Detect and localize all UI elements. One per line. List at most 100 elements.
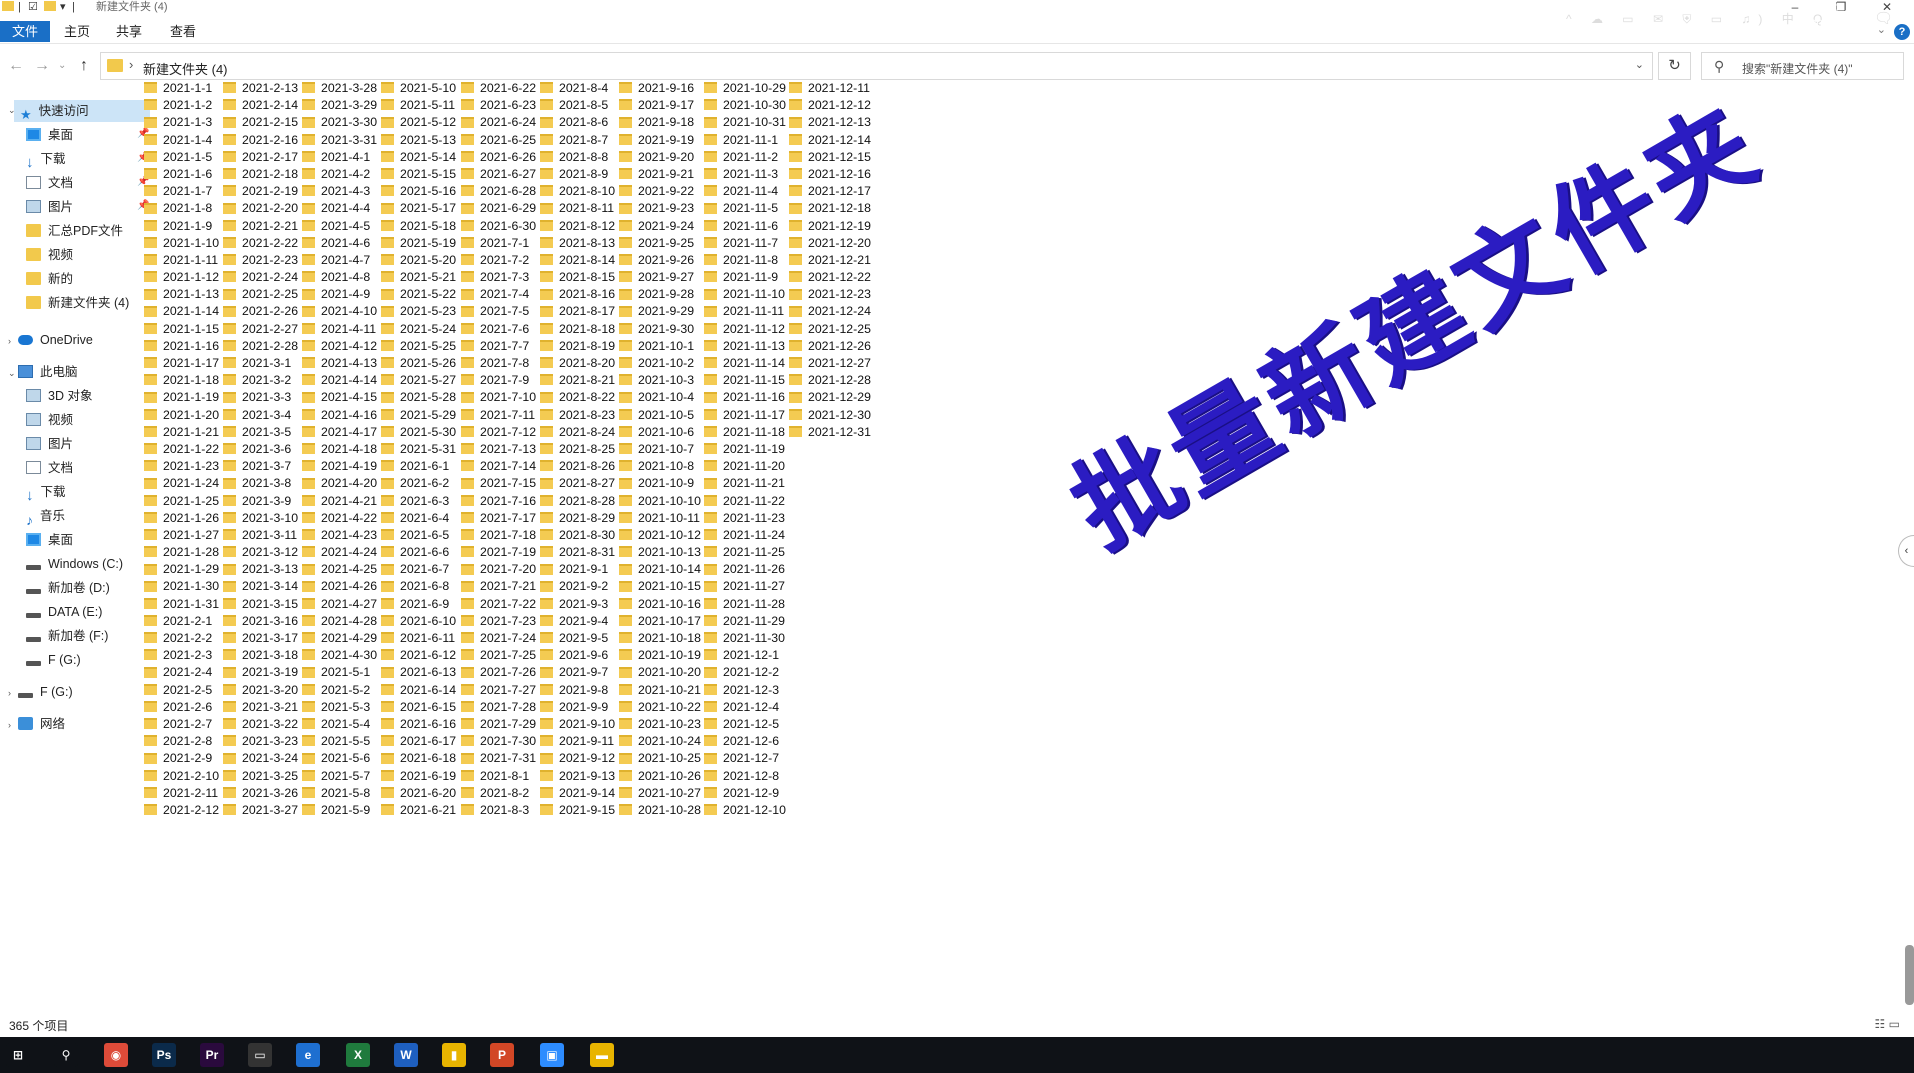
folder-item[interactable]: 2021-12-16 xyxy=(789,166,885,183)
premiere-icon[interactable]: Pr xyxy=(200,1043,224,1067)
scrollbar[interactable] xyxy=(1905,945,1914,1005)
folder-item[interactable]: 2021-10-19 xyxy=(619,647,715,664)
search-icon[interactable]: ⚲ xyxy=(54,1043,78,1067)
nav-item-new-folder-4[interactable]: 新建文件夹 (4) xyxy=(26,292,129,314)
folder-item[interactable]: 2021-9-19 xyxy=(619,132,715,149)
folder-item[interactable]: 2021-11-21 xyxy=(704,475,800,492)
folder-item[interactable]: 2021-11-24 xyxy=(704,527,800,544)
folder-item[interactable]: 2021-10-11 xyxy=(619,510,715,527)
folder-item[interactable]: 2021-12-23 xyxy=(789,286,885,303)
nav-item-music[interactable]: ♪ 音乐 xyxy=(26,505,65,528)
nav-quick-access[interactable]: ★ 快速访问 xyxy=(14,100,150,122)
folder-item[interactable]: 2021-12-31 xyxy=(789,424,885,441)
folder-item[interactable]: 2021-11-26 xyxy=(704,561,800,578)
folder-item[interactable]: 2021-12-22 xyxy=(789,269,885,286)
folder-item[interactable]: 2021-12-1 xyxy=(704,647,800,664)
folder-item[interactable]: 2021-12-2 xyxy=(704,664,800,681)
folder-item[interactable]: 2021-11-14 xyxy=(704,355,800,372)
folder-item[interactable]: 2021-10-2 xyxy=(619,355,715,372)
folder-item[interactable]: 2021-9-16 xyxy=(619,80,715,97)
folder-item[interactable]: 2021-10-21 xyxy=(619,682,715,699)
folder-item[interactable]: 2021-10-7 xyxy=(619,441,715,458)
folder-item[interactable]: 2021-10-1 xyxy=(619,338,715,355)
folder-item[interactable]: 2021-10-20 xyxy=(619,664,715,681)
folder-item[interactable]: 2021-9-20 xyxy=(619,149,715,166)
folder-item[interactable]: 2021-11-23 xyxy=(704,510,800,527)
folder-item[interactable]: 2021-9-23 xyxy=(619,200,715,217)
folder-item[interactable]: 2021-12-10 xyxy=(704,802,800,819)
folder-item[interactable]: 2021-9-30 xyxy=(619,321,715,338)
folder-item[interactable]: 2021-12-25 xyxy=(789,321,885,338)
folder-item[interactable]: 2021-10-22 xyxy=(619,699,715,716)
folder-item[interactable]: 2021-12-24 xyxy=(789,303,885,320)
notification-icon[interactable]: 🗨 xyxy=(1874,9,1893,27)
nav-item-drive-e[interactable]: DATA (E:) xyxy=(26,601,102,623)
folder-item[interactable]: 2021-10-29 xyxy=(704,80,800,97)
folder-item[interactable]: 2021-10-3 xyxy=(619,372,715,389)
folder-item[interactable]: 2021-12-28 xyxy=(789,372,885,389)
folder-item[interactable]: 2021-10-16 xyxy=(619,596,715,613)
search-box[interactable]: ⚲ 搜索"新建文件夹 (4)" xyxy=(1701,52,1904,80)
nav-item-desktop-pc[interactable]: 桌面 xyxy=(26,529,73,551)
folder-item[interactable]: 2021-12-19 xyxy=(789,218,885,235)
nav-item-pdf-folder[interactable]: 汇总PDF文件 xyxy=(26,220,123,242)
large-icons-view-icon[interactable]: ▭ xyxy=(1889,1017,1900,1031)
nav-item-3d-objects[interactable]: 3D 对象 xyxy=(26,385,92,407)
folder-item[interactable]: 2021-10-9 xyxy=(619,475,715,492)
folder-item[interactable]: 2021-9-18 xyxy=(619,114,715,131)
nav-item-documents-pc[interactable]: 文档 xyxy=(26,457,73,479)
nav-item-videos[interactable]: 视频 xyxy=(26,409,73,431)
folder-item[interactable]: 2021-10-18 xyxy=(619,630,715,647)
folder-item[interactable]: 2021-12-30 xyxy=(789,407,885,424)
folder-item[interactable]: 2021-9-22 xyxy=(619,183,715,200)
chevron-right-icon[interactable]: › xyxy=(8,720,11,730)
folder-item[interactable]: 2021-11-1 xyxy=(704,132,800,149)
word-icon[interactable]: W xyxy=(394,1043,418,1067)
folder-item[interactable]: 2021-11-27 xyxy=(704,578,800,595)
tab-file[interactable]: 文件 xyxy=(0,21,51,42)
folder-item[interactable]: 2021-11-11 xyxy=(704,303,800,320)
address-bar[interactable]: › 新建文件夹 (4) ⌄ xyxy=(100,52,1653,80)
folder-item[interactable]: 2021-10-8 xyxy=(619,458,715,475)
folder-item[interactable]: 2021-9-29 xyxy=(619,303,715,320)
folder-item[interactable]: 2021-12-4 xyxy=(704,699,800,716)
folder-item[interactable]: 2021-11-8 xyxy=(704,252,800,269)
folder-item[interactable]: 2021-9-27 xyxy=(619,269,715,286)
folder-item[interactable]: 2021-12-26 xyxy=(789,338,885,355)
details-view-icon[interactable]: ☷ xyxy=(1875,1017,1886,1031)
tab-share[interactable]: 共享 xyxy=(108,21,150,42)
address-dropdown-icon[interactable]: ⌄ xyxy=(1635,58,1644,71)
folder-item[interactable]: 2021-11-15 xyxy=(704,372,800,389)
folder-item[interactable]: 2021-10-6 xyxy=(619,424,715,441)
photoshop-icon[interactable]: Ps xyxy=(152,1043,176,1067)
nav-item-drive-c[interactable]: Windows (C:) xyxy=(26,553,123,575)
folder-item[interactable]: 2021-11-19 xyxy=(704,441,800,458)
folder-item[interactable]: 2021-9-26 xyxy=(619,252,715,269)
zoom-icon[interactable]: ▣ xyxy=(540,1043,564,1067)
folder-item[interactable]: 2021-11-4 xyxy=(704,183,800,200)
folder-item[interactable]: 2021-11-17 xyxy=(704,407,800,424)
folder-item[interactable]: 2021-11-12 xyxy=(704,321,800,338)
folder-item[interactable]: 2021-12-12 xyxy=(789,97,885,114)
nav-item-pictures-pc[interactable]: 图片 xyxy=(26,433,73,455)
folder-item[interactable]: 2021-12-17 xyxy=(789,183,885,200)
breadcrumb-separator[interactable]: › xyxy=(129,57,133,72)
folder-item[interactable]: 2021-10-17 xyxy=(619,613,715,630)
forward-icon[interactable]: → xyxy=(34,56,50,76)
folder-item[interactable]: 2021-9-21 xyxy=(619,166,715,183)
folder-item[interactable]: 2021-12-13 xyxy=(789,114,885,131)
powerpoint-icon[interactable]: P xyxy=(490,1043,514,1067)
folder-item[interactable]: 2021-12-27 xyxy=(789,355,885,372)
folder-item[interactable]: 2021-11-2 xyxy=(704,149,800,166)
folder-item[interactable]: 2021-11-18 xyxy=(704,424,800,441)
chrome-icon[interactable]: ◉ xyxy=(104,1043,128,1067)
folder-item[interactable]: 2021-12-20 xyxy=(789,235,885,252)
breadcrumb-current[interactable]: 新建文件夹 (4) xyxy=(143,59,228,78)
clock[interactable]: 14:07 2020/12/29 xyxy=(1786,3,1866,33)
folder-item[interactable]: 2021-11-30 xyxy=(704,630,800,647)
nav-item-pictures[interactable]: 图片 xyxy=(26,196,73,218)
folder-item[interactable]: 2021-11-20 xyxy=(704,458,800,475)
excel-icon[interactable]: X xyxy=(346,1043,370,1067)
folder-item[interactable]: 2021-10-28 xyxy=(619,802,715,819)
folder-item[interactable]: 2021-11-6 xyxy=(704,218,800,235)
